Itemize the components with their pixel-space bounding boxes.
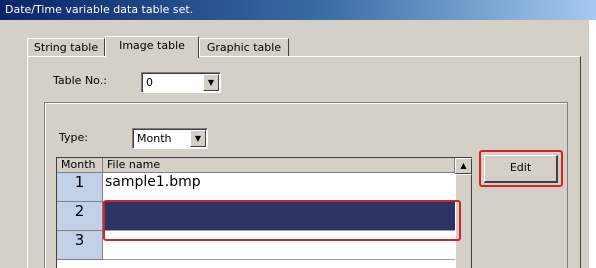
column-header-file-name: File name (103, 158, 455, 173)
row-header[interactable]: 1 (57, 173, 103, 202)
tab-image-table[interactable]: Image table (105, 36, 199, 58)
title-bar: Date/Time variable data table set. (0, 0, 596, 20)
dialog-window: Date/Time variable data table set. Strin… (0, 0, 596, 268)
highlight-edit-button (479, 150, 563, 187)
table-no-select[interactable]: 0 ▼ (141, 72, 221, 93)
row-header[interactable]: 2 (57, 202, 103, 231)
type-select[interactable]: Month ▼ (132, 128, 208, 149)
chevron-down-icon[interactable]: ▼ (203, 74, 219, 91)
table-no-value: 0 (146, 76, 153, 89)
window-edge (589, 20, 596, 268)
arrow-up-icon[interactable]: ▲ (455, 158, 472, 174)
column-header-month: Month (57, 158, 103, 173)
type-value: Month (137, 132, 172, 145)
tab-string-table[interactable]: String table (27, 38, 105, 57)
chevron-down-icon[interactable]: ▼ (190, 130, 206, 147)
table-no-label: Table No.: (53, 74, 107, 87)
row-header[interactable]: 3 (57, 231, 103, 260)
file-name-cell[interactable]: sample1.bmp (103, 173, 455, 202)
type-label: Type: (59, 131, 88, 144)
window-title: Date/Time variable data table set. (5, 3, 194, 16)
highlight-selected-row (103, 200, 461, 241)
tab-graphic-table[interactable]: Graphic table (199, 38, 289, 57)
